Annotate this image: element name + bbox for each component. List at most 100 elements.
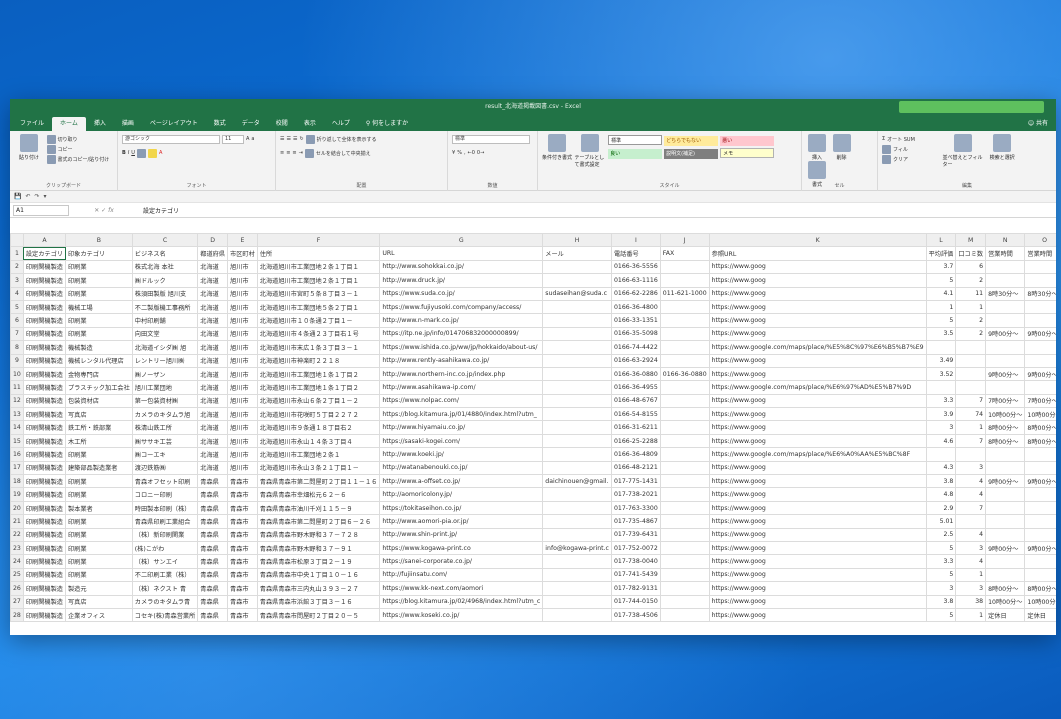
- cell[interactable]: 青森県: [197, 554, 229, 569]
- fill-button[interactable]: フィル: [882, 144, 940, 154]
- column-header[interactable]: G: [379, 233, 544, 248]
- cell[interactable]: https://www.goog: [708, 326, 927, 342]
- row-header[interactable]: 13: [10, 407, 24, 422]
- cell[interactable]: 不二製版機工事務所: [131, 299, 199, 315]
- cell[interactable]: 017-739-6431: [610, 527, 661, 542]
- cell[interactable]: [1024, 340, 1056, 355]
- cell[interactable]: [1024, 380, 1056, 395]
- cell[interactable]: 北海道: [197, 366, 229, 382]
- row-header[interactable]: 22: [10, 527, 24, 542]
- cell[interactable]: 平均評価: [925, 246, 957, 261]
- cell[interactable]: ㈱ドルック: [131, 273, 199, 288]
- cell[interactable]: 北海道旭川市永山１４条３丁目４: [256, 433, 381, 449]
- cell[interactable]: [659, 554, 710, 569]
- cell[interactable]: info@kogawa-print.c: [542, 540, 612, 556]
- cell[interactable]: 青森県: [197, 567, 229, 583]
- cell[interactable]: 北海道: [197, 447, 229, 462]
- cell[interactable]: [542, 514, 612, 529]
- cell[interactable]: 北海道: [197, 420, 229, 435]
- cell[interactable]: [925, 340, 957, 355]
- cell[interactable]: 8時00分～: [1024, 581, 1056, 596]
- cell[interactable]: 向田文堂: [131, 326, 199, 342]
- cell[interactable]: [659, 500, 710, 516]
- row-header[interactable]: 17: [10, 460, 24, 476]
- row-header[interactable]: 12: [10, 393, 24, 409]
- cell[interactable]: http://fujiinsatu.com/: [379, 567, 544, 583]
- cell[interactable]: https://www.goog: [708, 607, 927, 623]
- font-color-icon[interactable]: A: [159, 150, 162, 156]
- cell[interactable]: 11: [955, 286, 987, 301]
- cell[interactable]: http://www.koeki.jp/: [379, 447, 544, 462]
- cell[interactable]: http://www.asahikawa-ip.com/: [379, 380, 544, 395]
- cell[interactable]: （株）新印刷関業: [131, 527, 199, 542]
- cell[interactable]: 印刷関機製造: [22, 259, 67, 275]
- cell[interactable]: https://blog.kitamura.jp/02/4968/index.h…: [379, 594, 544, 609]
- column-header[interactable]: L: [925, 233, 957, 248]
- cell[interactable]: 北海道: [197, 299, 229, 315]
- column-header[interactable]: N: [985, 233, 1026, 248]
- cell[interactable]: [1024, 273, 1056, 288]
- cell[interactable]: https://blog.kitamura.jp/01/4880/index.h…: [379, 407, 544, 422]
- cell[interactable]: 0166-31-6211: [610, 420, 661, 435]
- cell[interactable]: 印刷業: [65, 326, 133, 342]
- cell[interactable]: 38: [955, 594, 987, 609]
- cell[interactable]: 0166-48-6767: [610, 393, 661, 409]
- cell[interactable]: 9時00分～: [1024, 366, 1056, 382]
- cell[interactable]: [659, 313, 710, 328]
- tab-1[interactable]: ホーム: [52, 117, 86, 131]
- cell[interactable]: 青森県青森市幸畑松元６２－６: [256, 487, 381, 502]
- align-right-icon[interactable]: ≡: [292, 150, 296, 156]
- cell[interactable]: 青森県: [197, 594, 229, 609]
- column-header[interactable]: I: [610, 233, 661, 248]
- cell[interactable]: ㈱ササキ工芸: [131, 433, 199, 449]
- cell[interactable]: https://sasaki-kogei.com/: [379, 433, 544, 449]
- cancel-icon[interactable]: ✕: [94, 207, 99, 214]
- grow-font-icon[interactable]: A: [246, 136, 249, 142]
- number-format-select[interactable]: 標準: [452, 134, 530, 144]
- cell[interactable]: [659, 393, 710, 409]
- column-header[interactable]: E: [227, 233, 258, 248]
- cell[interactable]: URL: [379, 246, 544, 261]
- cell[interactable]: http://www.sohokkai.co.jp/: [379, 259, 544, 275]
- column-header[interactable]: C: [131, 233, 199, 248]
- format-as-table-button[interactable]: テーブルとして書式設定: [575, 134, 605, 168]
- row-header[interactable]: 20: [10, 500, 24, 516]
- row-header[interactable]: 24: [10, 554, 24, 569]
- cell[interactable]: 印刷業: [65, 554, 133, 569]
- cell[interactable]: https://www.goog: [708, 460, 927, 476]
- cell[interactable]: 青森市: [227, 487, 258, 502]
- row-header[interactable]: 16: [10, 447, 24, 462]
- cell[interactable]: 7時00分～: [985, 393, 1026, 409]
- column-header[interactable]: B: [65, 233, 133, 248]
- cell[interactable]: 青森県青森市油川千刈１１５－９: [256, 500, 381, 516]
- cell[interactable]: 北海道旭川市４条通２３丁目右１号: [256, 326, 381, 342]
- cell[interactable]: [1024, 514, 1056, 529]
- cell[interactable]: [1024, 353, 1056, 368]
- cell[interactable]: [985, 447, 1026, 462]
- cell[interactable]: [542, 340, 612, 355]
- cell[interactable]: [659, 607, 710, 623]
- tab-2[interactable]: 挿入: [86, 117, 114, 131]
- cell[interactable]: [659, 353, 710, 368]
- cut-button[interactable]: 切り取り: [46, 134, 110, 144]
- cell[interactable]: 印刷関機製造: [22, 487, 67, 502]
- cell[interactable]: 2: [955, 313, 987, 328]
- cell[interactable]: 青森県: [197, 500, 229, 516]
- cell[interactable]: 北海道旭川市永山３条２１丁目１－: [256, 460, 381, 476]
- cell[interactable]: 2.9: [925, 500, 957, 516]
- spreadsheet-grid[interactable]: ABCDEFGHIJKLMNOP1設定カテゴリ印象カテゴリビジネス名都道府県市区…: [10, 233, 1056, 635]
- align-left-icon[interactable]: ≡: [280, 150, 284, 156]
- cell[interactable]: 2.5: [925, 527, 957, 542]
- cell[interactable]: 017-741-5439: [610, 567, 661, 583]
- cell[interactable]: 0166-33-1351: [610, 313, 661, 328]
- cell[interactable]: [542, 420, 612, 435]
- cell[interactable]: [955, 340, 987, 355]
- cell[interactable]: 1: [955, 567, 987, 583]
- cell[interactable]: 機械工場: [65, 299, 133, 315]
- cell[interactable]: [985, 313, 1026, 328]
- cell[interactable]: FAX: [659, 246, 710, 261]
- cell[interactable]: [985, 527, 1026, 542]
- cell[interactable]: 9時00分～: [985, 540, 1026, 556]
- sort-filter-button[interactable]: 並べ替えとフィルター: [943, 134, 983, 168]
- cell[interactable]: 0166-62-2286: [610, 286, 661, 301]
